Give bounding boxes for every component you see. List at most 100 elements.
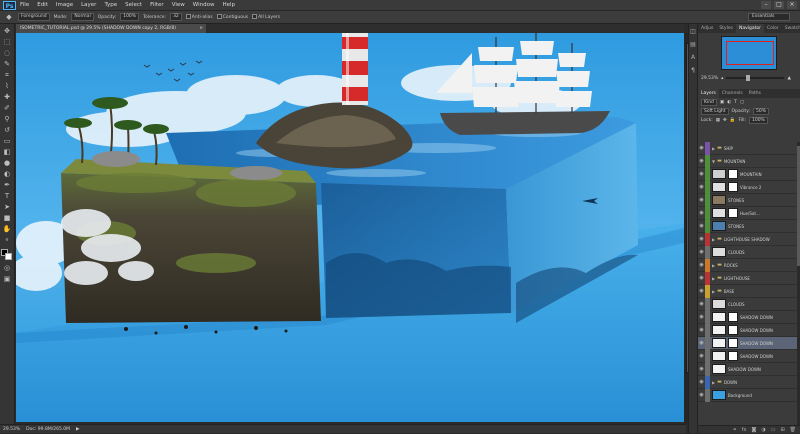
menu-help[interactable]: Help: [222, 2, 235, 8]
eraser-tool-icon[interactable]: ▭: [2, 137, 12, 145]
zoom-out-icon[interactable]: ▴: [721, 76, 723, 81]
lasso-tool-icon[interactable]: ◌: [2, 49, 12, 57]
healing-tool-icon[interactable]: ✚: [2, 93, 12, 101]
document-canvas[interactable]: [16, 33, 684, 422]
lock-position-icon[interactable]: ✥: [723, 118, 727, 123]
layer-thumbnail[interactable]: [712, 312, 726, 322]
layer-mask-thumbnail[interactable]: [728, 338, 738, 348]
layer-thumbnail[interactable]: [712, 299, 726, 309]
trash-icon[interactable]: 🗑: [790, 426, 796, 433]
layer-mask-thumbnail[interactable]: [728, 208, 738, 218]
eyedropper-tool-icon[interactable]: ⌇: [2, 82, 12, 90]
dodge-tool-icon[interactable]: ◐: [2, 170, 12, 178]
navigator-view-box[interactable]: [726, 41, 774, 65]
visibility-eye-icon[interactable]: ◉: [698, 363, 705, 376]
menu-layer[interactable]: Layer: [81, 2, 96, 8]
menu-window[interactable]: Window: [193, 2, 215, 8]
new-layer-icon[interactable]: ⊞: [780, 426, 784, 433]
tolerance-field[interactable]: 32: [170, 13, 182, 21]
layer-thumbnail[interactable]: [712, 221, 726, 231]
expand-right-icon[interactable]: ▶: [712, 276, 715, 281]
contiguous-checkbox[interactable]: Contiguous: [216, 14, 248, 20]
layer-row[interactable]: ◉ SHADOW DOWN: [698, 362, 798, 376]
layer-group-row[interactable]: ◉ ▶ ▬ ROCKS: [698, 258, 798, 272]
layer-thumbnail[interactable]: [712, 364, 726, 374]
properties-panel-icon[interactable]: ▤: [690, 41, 696, 48]
menu-select[interactable]: Select: [125, 2, 142, 8]
history-brush-tool-icon[interactable]: ↺: [2, 126, 12, 134]
blur-tool-icon[interactable]: ●: [2, 159, 12, 167]
layer-group-row[interactable]: ◉ ▶ ▬ DOWN: [698, 375, 798, 389]
move-tool-icon[interactable]: ✥: [2, 27, 12, 35]
layer-group-row[interactable]: ◉ ▼ ▬ MOUNTAIN: [698, 154, 798, 168]
menu-image[interactable]: Image: [56, 2, 73, 8]
menu-edit[interactable]: Edit: [37, 2, 48, 8]
layer-row[interactable]: ◉ Hue/Sat...: [698, 206, 798, 220]
visibility-eye-icon[interactable]: ◉: [698, 285, 705, 298]
layer-thumbnail[interactable]: [712, 247, 726, 257]
menu-file[interactable]: File: [20, 2, 29, 8]
pen-tool-icon[interactable]: ✒: [2, 181, 12, 189]
crop-tool-icon[interactable]: ⌗: [2, 71, 12, 79]
screen-mode-icon[interactable]: ▣: [2, 275, 12, 283]
visibility-eye-icon[interactable]: ◉: [698, 181, 705, 194]
layer-group-row[interactable]: ◉ ▶ ▬ BASE: [698, 284, 798, 298]
layer-thumbnail[interactable]: [712, 338, 726, 348]
visibility-eye-icon[interactable]: ◉: [698, 337, 705, 350]
marquee-tool-icon[interactable]: ⬚: [2, 38, 12, 46]
layer-row[interactable]: ◉ CLOUDS: [698, 297, 798, 311]
visibility-eye-icon[interactable]: ◉: [698, 207, 705, 220]
expand-right-icon[interactable]: ▶: [712, 263, 715, 268]
brush-tool-icon[interactable]: ✐: [2, 104, 12, 112]
workspace-select[interactable]: Essentials: [748, 13, 790, 21]
clone-stamp-tool-icon[interactable]: ⚲: [2, 115, 12, 123]
new-adjustment-icon[interactable]: ◑: [761, 426, 765, 433]
all-layers-checkbox[interactable]: All Layers: [252, 14, 280, 20]
visibility-eye-icon[interactable]: ◉: [698, 259, 705, 272]
layer-group-row[interactable]: ◉ ▶ ▬ SHIP: [698, 142, 798, 155]
quick-select-tool-icon[interactable]: ✎: [2, 60, 12, 68]
layer-thumbnail[interactable]: [712, 351, 726, 361]
tab-swatches[interactable]: Swatch: [782, 24, 800, 33]
lock-all-icon[interactable]: 🔒: [730, 118, 736, 123]
blend-mode-select[interactable]: Soft Light: [701, 108, 729, 115]
character-panel-icon[interactable]: A: [691, 54, 695, 61]
color-swatches[interactable]: [1, 249, 13, 261]
expand-right-icon[interactable]: ▶: [712, 380, 715, 385]
layer-mask-thumbnail[interactable]: [728, 312, 738, 322]
expand-right-icon[interactable]: ▶: [712, 146, 715, 151]
visibility-eye-icon[interactable]: ◉: [698, 389, 705, 402]
add-mask-icon[interactable]: ◙: [751, 426, 756, 433]
tab-adjustments[interactable]: Adjus: [698, 24, 716, 33]
layer-fill-field[interactable]: 100%: [748, 117, 768, 124]
menu-view[interactable]: View: [172, 2, 185, 8]
layer-row[interactable]: ◉ SHADOW DOWN: [698, 336, 798, 350]
quick-mask-icon[interactable]: ◎: [2, 264, 12, 272]
visibility-eye-icon[interactable]: ◉: [698, 246, 705, 259]
visibility-eye-icon[interactable]: ◉: [698, 376, 705, 389]
layer-thumbnail[interactable]: [712, 390, 726, 400]
gradient-tool-icon[interactable]: ◧: [2, 148, 12, 156]
visibility-eye-icon[interactable]: ◉: [698, 298, 705, 311]
visibility-eye-icon[interactable]: ◉: [698, 194, 705, 207]
layer-row[interactable]: ◉ SHADOW DOWN: [698, 349, 798, 363]
filter-type-icon[interactable]: T: [734, 100, 737, 105]
layer-row[interactable]: ◉ CLOUDS: [698, 245, 798, 259]
navigator-preview[interactable]: [721, 36, 777, 70]
visibility-eye-icon[interactable]: ◉: [698, 324, 705, 337]
tab-layers[interactable]: Layers: [698, 89, 719, 98]
hand-tool-icon[interactable]: ✋: [2, 225, 12, 233]
background-color-swatch[interactable]: [5, 253, 12, 260]
layer-thumbnail[interactable]: [712, 195, 726, 205]
layer-mask-thumbnail[interactable]: [728, 325, 738, 335]
zoom-tool-icon[interactable]: ⚬: [2, 236, 12, 244]
navigator-zoom-slider[interactable]: [726, 75, 785, 81]
tab-color[interactable]: Color: [764, 24, 782, 33]
minimize-icon[interactable]: –: [761, 1, 771, 9]
visibility-eye-icon[interactable]: ◉: [698, 233, 705, 246]
layer-opacity-field[interactable]: 50%: [753, 108, 770, 115]
document-tab[interactable]: ISOMETRIC_TUTORIAL.psd @ 29.5% (SHADOW D…: [16, 24, 206, 33]
expand-down-icon[interactable]: ▼: [712, 159, 715, 164]
navigator-zoom-value[interactable]: 29.53%: [701, 76, 718, 81]
fx-icon[interactable]: fx: [742, 426, 747, 433]
